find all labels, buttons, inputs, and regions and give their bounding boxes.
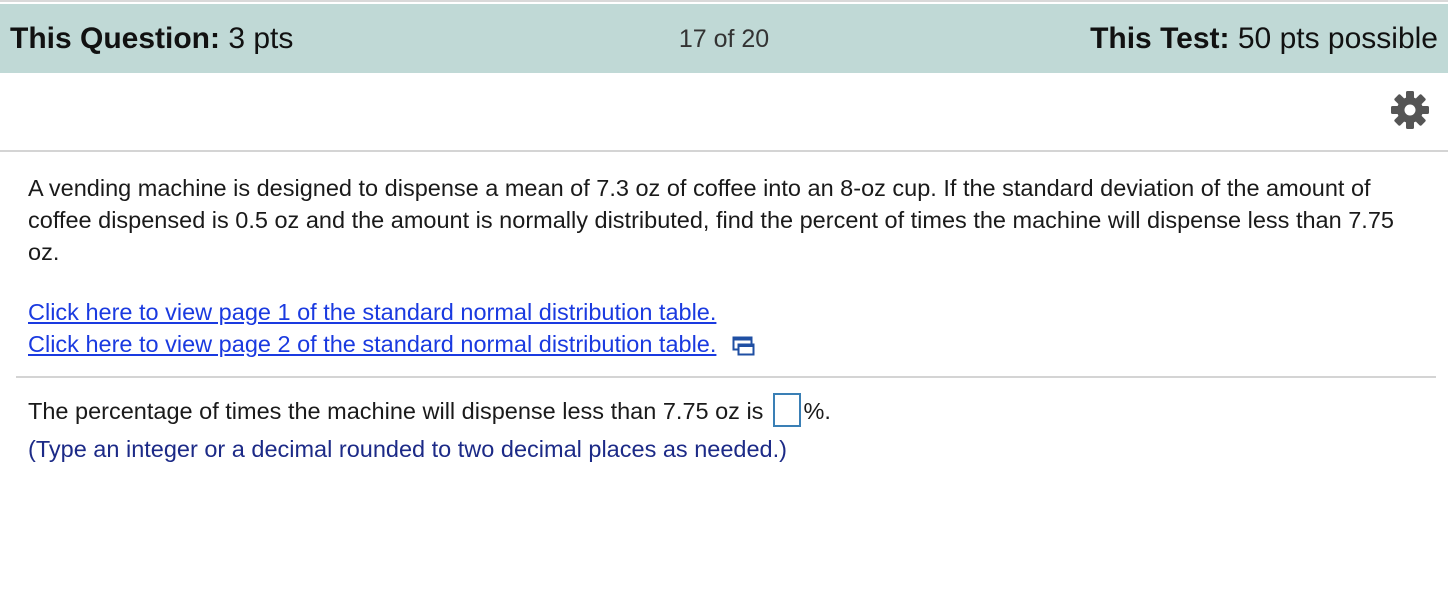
answer-input[interactable] [773, 392, 802, 427]
test-points: This Test: 50 pts possible [1090, 21, 1438, 57]
gear-icon[interactable] [1390, 90, 1430, 130]
section-divider [16, 376, 1436, 378]
test-points-label: This Test: [1090, 22, 1230, 55]
table-links: Click here to view page 1 of the standar… [28, 296, 756, 360]
test-points-value: 50 pts possible [1237, 22, 1438, 55]
answer-row: The percentage of times the machine will… [28, 392, 831, 430]
question-header: This Question: 3 pts 17 of 20 This Test:… [0, 4, 1448, 73]
popup-window-icon[interactable] [732, 333, 756, 356]
table-page-2-link[interactable]: Click here to view page 2 of the standar… [28, 328, 716, 360]
header-divider [0, 150, 1448, 152]
question-text: A vending machine is designed to dispens… [28, 175, 1394, 265]
answer-hint: (Type an integer or a decimal rounded to… [28, 436, 787, 462]
answer-suffix: %. [803, 398, 831, 424]
answer-prompt: The percentage of times the machine will… [28, 398, 764, 424]
table-page-1-link[interactable]: Click here to view page 1 of the standar… [28, 296, 716, 328]
